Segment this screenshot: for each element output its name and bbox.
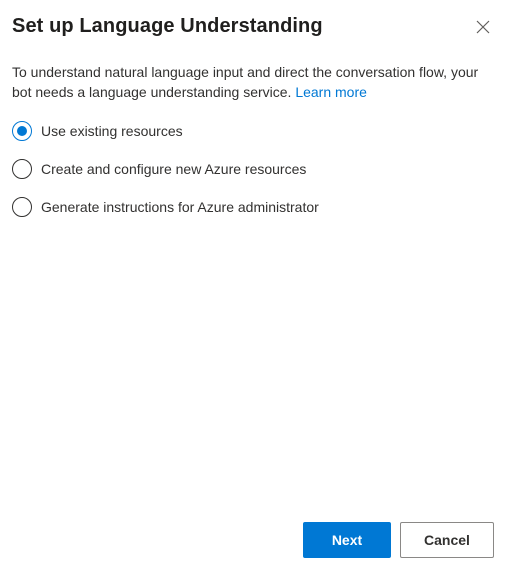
language-understanding-dialog: Set up Language Understanding To underst… <box>0 0 510 575</box>
learn-more-link[interactable]: Learn more <box>295 84 367 100</box>
option-label: Create and configure new Azure resources <box>41 161 307 177</box>
radio-use-existing[interactable] <box>12 121 32 141</box>
option-label: Generate instructions for Azure administ… <box>41 199 319 215</box>
dialog-header: Set up Language Understanding <box>12 12 498 42</box>
dialog-title: Set up Language Understanding <box>12 15 323 37</box>
close-button[interactable] <box>472 16 494 38</box>
radio-create-new[interactable] <box>12 159 32 179</box>
description-text: To understand natural language input and… <box>12 64 479 100</box>
dialog-footer: Next Cancel <box>303 522 494 558</box>
next-button[interactable]: Next <box>303 522 391 558</box>
option-create-new[interactable]: Create and configure new Azure resources <box>12 158 319 180</box>
option-use-existing[interactable]: Use existing resources <box>12 120 319 142</box>
option-generate-instructions[interactable]: Generate instructions for Azure administ… <box>12 196 319 218</box>
cancel-button[interactable]: Cancel <box>400 522 494 558</box>
dialog-description: To understand natural language input and… <box>12 62 492 102</box>
option-label: Use existing resources <box>41 123 183 139</box>
radio-generate-instructions[interactable] <box>12 197 32 217</box>
resource-options: Use existing resources Create and config… <box>12 120 319 234</box>
close-icon <box>476 20 490 34</box>
